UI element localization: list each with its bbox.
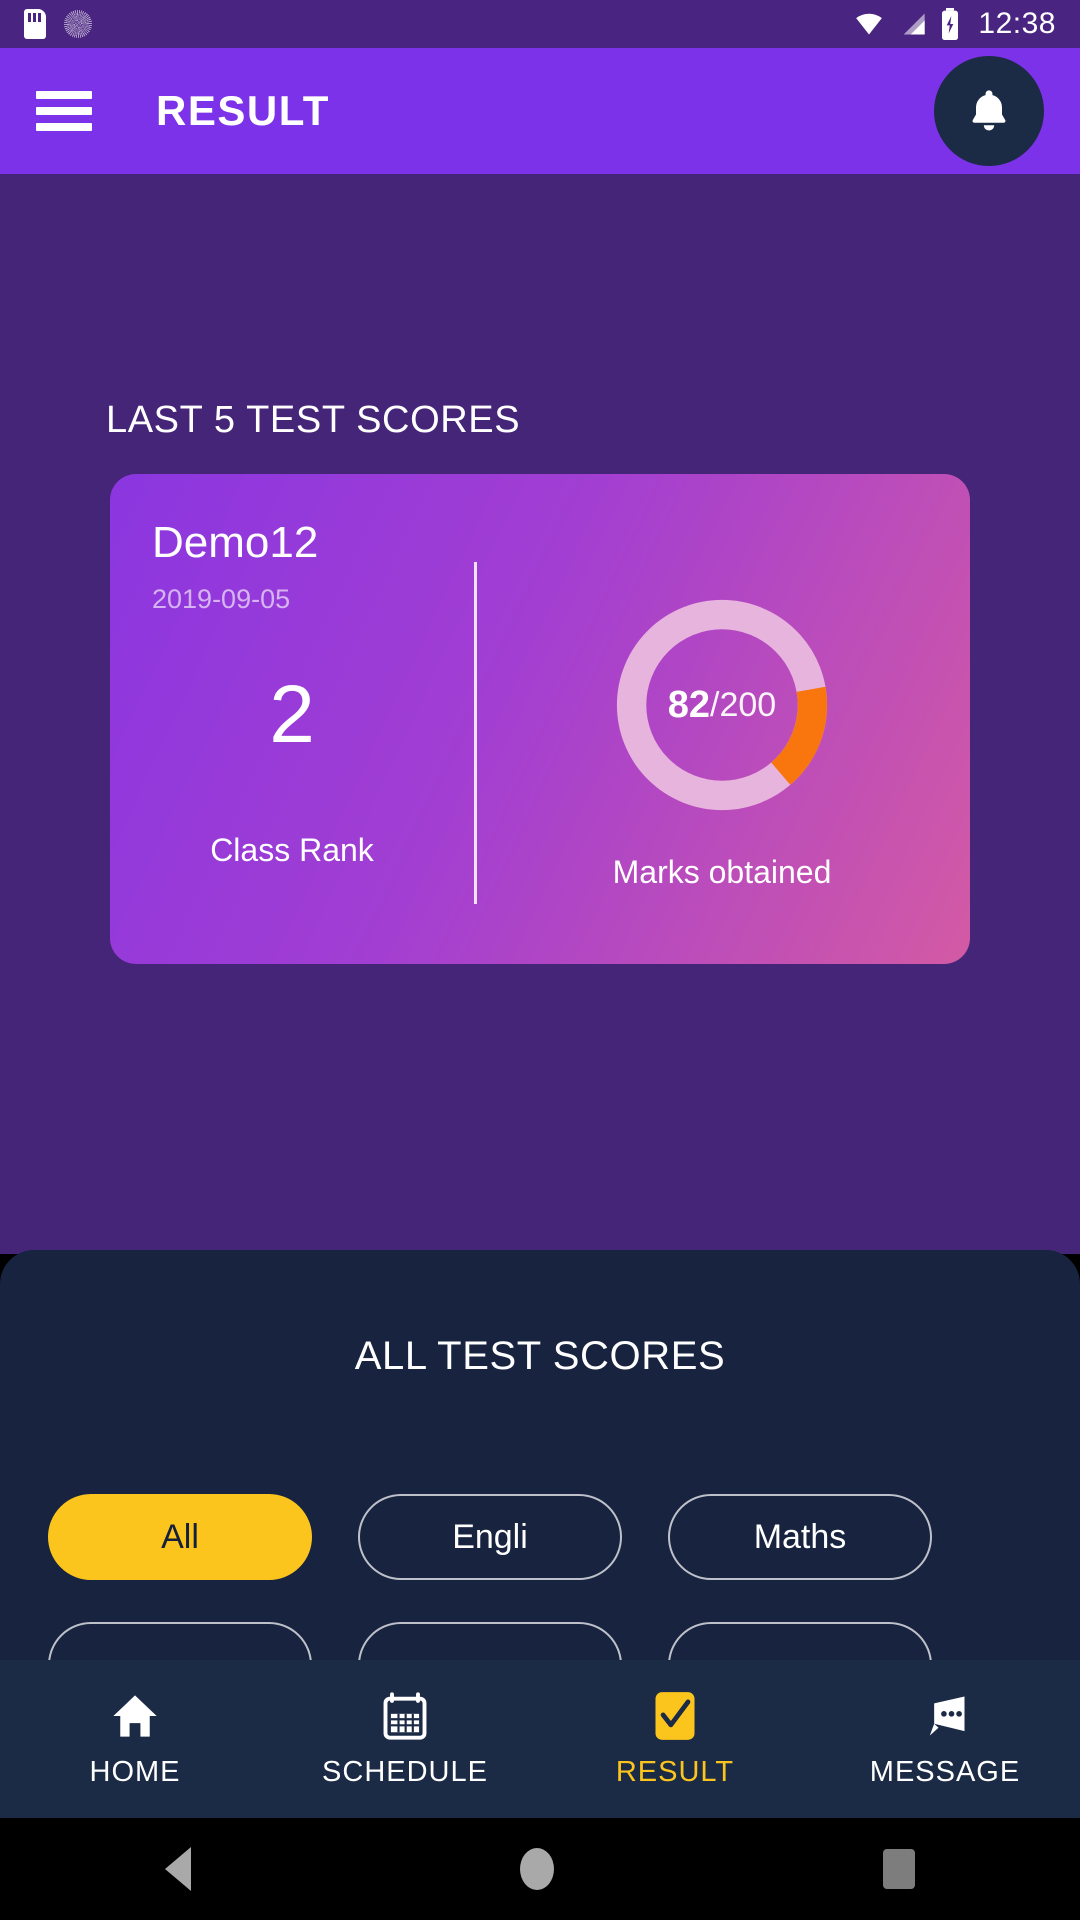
nav-label-result: RESULT	[615, 1755, 735, 1788]
sd-card-icon	[24, 9, 46, 39]
marks-block: 82/200 Marks obtained	[474, 508, 970, 891]
all-scores-heading: ALL TEST SCORES	[354, 1334, 726, 1378]
back-button[interactable]	[164, 1847, 191, 1891]
app-bar: RESULT	[0, 48, 1080, 174]
notification-button[interactable]	[934, 56, 1044, 166]
score-card[interactable]: Demo12 2019-09-05 2 Class Rank 82 /200 M…	[110, 474, 970, 964]
class-rank-label: Class Rank	[210, 832, 374, 868]
nav-item-home[interactable]: HOME	[0, 1660, 270, 1818]
result-body: LAST 5 TEST SCORES Demo12 2019-09-05 2 C…	[0, 174, 1080, 1322]
home-icon	[113, 1694, 157, 1737]
page-title: RESULT	[156, 87, 330, 134]
hamburger-menu-icon[interactable]	[36, 91, 92, 131]
marks-score: 82	[667, 683, 711, 726]
nav-label-home: HOME	[89, 1755, 181, 1788]
marks-total: /200	[710, 685, 777, 724]
donut-center-label: 82/200	[609, 592, 835, 818]
android-navigation-bar	[0, 1818, 1080, 1920]
podium-medal-icon	[222, 942, 362, 964]
test-date: 2019-09-05	[152, 584, 291, 614]
filter-chip-english[interactable]: Engli	[358, 1494, 622, 1580]
nav-item-message[interactable]: MESSAGE	[810, 1660, 1080, 1818]
status-bar-clock: 12:38	[978, 7, 1056, 40]
test-name: Demo12	[152, 518, 319, 567]
marks-obtained-label: Marks obtained	[612, 854, 832, 890]
class-rank-block: 2 Class Rank	[110, 674, 474, 869]
chip-label: All	[161, 1517, 199, 1556]
filter-chip-all[interactable]: All	[48, 1494, 312, 1580]
status-bar: 12:38	[0, 0, 1080, 48]
message-bubble-icon	[929, 1696, 965, 1735]
battery-charging-icon	[942, 8, 959, 40]
last-scores-heading: LAST 5 TEST SCORES	[106, 399, 521, 441]
signal-icon	[904, 13, 926, 35]
marks-donut-chart: 82/200	[609, 592, 835, 818]
nav-label-schedule: SCHEDULE	[322, 1755, 488, 1788]
wifi-icon	[856, 13, 883, 35]
class-rank-value: 2	[269, 669, 315, 760]
sync-icon	[64, 10, 92, 38]
checklist-icon	[655, 1691, 695, 1740]
chip-label: Engli	[452, 1517, 528, 1556]
status-bar-left-icons	[24, 9, 92, 39]
nav-label-message: MESSAGE	[869, 1755, 1021, 1788]
recents-button[interactable]	[883, 1849, 916, 1889]
bell-icon	[972, 90, 1006, 131]
filter-chip-maths[interactable]: Maths	[668, 1494, 932, 1580]
phone-screen: 12:38 RESULT LAST 5 TEST SCORES Demo12 2…	[0, 0, 1080, 1920]
nav-item-schedule[interactable]: SCHEDULE	[270, 1660, 540, 1818]
home-button[interactable]	[519, 1848, 554, 1890]
bottom-navigation: HOME SCHEDULE RESULT MESSAGE	[0, 1660, 1080, 1818]
calendar-icon	[383, 1691, 427, 1740]
nav-item-result[interactable]: RESULT	[540, 1660, 810, 1818]
status-bar-right-icons: 12:38	[852, 7, 1056, 41]
chip-label: Maths	[753, 1517, 847, 1556]
